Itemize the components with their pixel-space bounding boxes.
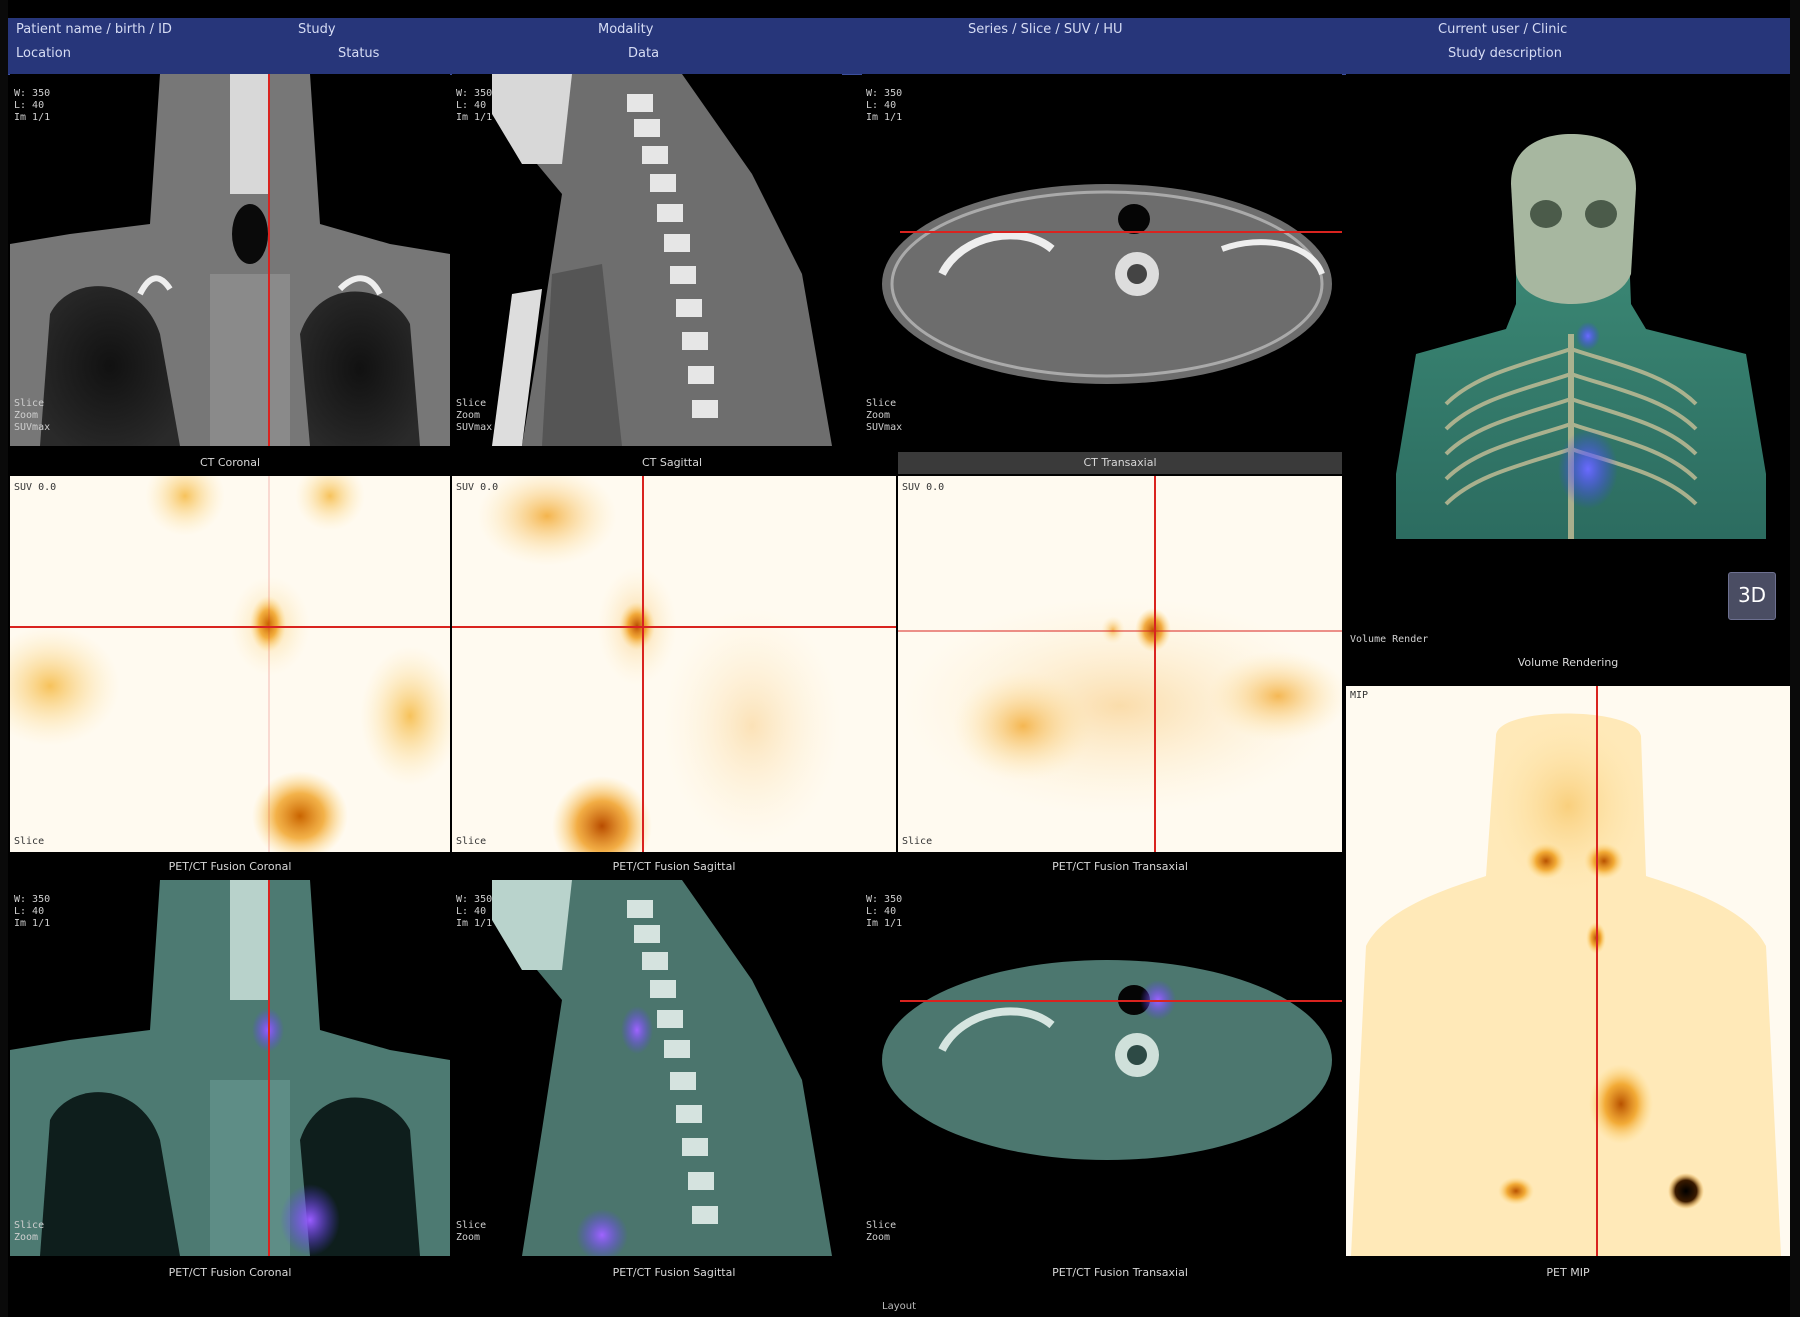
ct-sagittal-caption: CT Sagittal [641, 456, 703, 469]
ct-sagittal-image [452, 74, 842, 446]
series-info: Series / Slice / SUV / HU [968, 22, 1123, 37]
crosshair-vertical[interactable] [268, 476, 270, 852]
fusion-sagittal-overlay-bottom: Slice Zoom [456, 1220, 487, 1243]
pet-coronal-overlay-top: SUV 0.0 [14, 482, 57, 493]
crosshair-vertical[interactable] [268, 880, 270, 1256]
ct-sagittal-viewport[interactable]: W: 350 L: 40 Im 1/1 Slice Zoom SUVmax [452, 74, 842, 446]
pet-transaxial-overlay-top: SUV 0.0 [902, 482, 945, 493]
crosshair-vertical[interactable] [642, 476, 644, 852]
fusion-sagittal-overlay-top: W: 350 L: 40 Im 1/1 [456, 894, 493, 929]
crosshair-horizontal[interactable] [900, 1000, 1342, 1002]
pet-sagittal-overlay-top: SUV 0.0 [456, 482, 499, 493]
pet-mip-viewport[interactable]: MIP [1346, 686, 1790, 1256]
pet-sagittal-caption: PET/CT Fusion Sagittal [612, 860, 736, 873]
pet-mip-overlay-top: MIP [1350, 690, 1369, 701]
ct-coronal-caption: CT Coronal [199, 456, 261, 469]
volume-render-image [1346, 74, 1790, 650]
location-info: Location [16, 46, 71, 61]
fusion-transaxial-caption: PET/CT Fusion Transaxial [1052, 1266, 1188, 1279]
crosshair-horizontal[interactable] [10, 626, 450, 628]
patient-info: Patient name / birth / ID [16, 22, 172, 37]
user-info: Current user / Clinic [1438, 22, 1568, 37]
modality-info: Modality [598, 22, 654, 37]
ct-coronal-image [10, 74, 450, 446]
pet-sagittal-overlay-bottom: Slice [456, 836, 487, 847]
data-info: Data [628, 46, 660, 61]
crosshair-vertical[interactable] [1154, 476, 1156, 852]
fusion-coronal-caption: PET/CT Fusion Coronal [168, 1266, 292, 1279]
volume-render-caption: Volume Rendering [1517, 656, 1619, 669]
pet-coronal-overlay-bottom: Slice [14, 836, 45, 847]
crosshair-vertical[interactable] [1596, 686, 1598, 1256]
crosshair-horizontal[interactable] [900, 231, 1342, 233]
ct-sagittal-overlay-bottom: Slice Zoom SUVmax [456, 398, 493, 433]
study-description: Study description [1448, 46, 1562, 61]
fusion-coronal-overlay-top: W: 350 L: 40 Im 1/1 [14, 894, 51, 929]
crosshair-horizontal[interactable] [898, 630, 1342, 632]
status-info: Status [338, 46, 380, 61]
ct-transaxial-overlay-top: W: 350 L: 40 Im 1/1 [866, 88, 903, 123]
volume-render-viewport[interactable]: 3D Volume Render [1346, 74, 1790, 650]
fusion-transaxial-image [862, 880, 1342, 1256]
ct-sagittal-overlay-top: W: 350 L: 40 Im 1/1 [456, 88, 493, 123]
fusion-transaxial-overlay-top: W: 350 L: 40 Im 1/1 [866, 894, 903, 929]
fusion-transaxial-viewport[interactable]: W: 350 L: 40 Im 1/1 Slice Zoom [862, 880, 1342, 1256]
fusion-sagittal-caption: PET/CT Fusion Sagittal [612, 1266, 736, 1279]
ct-transaxial-overlay-bottom: Slice Zoom SUVmax [866, 398, 903, 433]
pet-transaxial-caption: PET/CT Fusion Transaxial [1052, 860, 1188, 873]
ct-coronal-overlay-bottom: Slice Zoom SUVmax [14, 398, 51, 433]
crosshair-vertical[interactable] [268, 74, 270, 446]
pet-coronal-viewport[interactable]: SUV 0.0 Slice [10, 476, 450, 852]
volume-render-overlay: Volume Render [1350, 634, 1429, 645]
pet-transaxial-overlay-bottom: Slice [902, 836, 933, 847]
ct-coronal-viewport[interactable]: W: 350 L: 40 Im 1/1 Slice Zoom SUVmax [10, 74, 450, 446]
3d-view-button[interactable]: 3D [1728, 572, 1776, 620]
fusion-coronal-viewport[interactable]: W: 350 L: 40 Im 1/1 Slice Zoom [10, 880, 450, 1256]
fusion-sagittal-viewport[interactable]: W: 350 L: 40 Im 1/1 Slice Zoom [452, 880, 842, 1256]
pet-sagittal-viewport[interactable]: SUV 0.0 Slice [452, 476, 896, 852]
pet-mip-caption: PET MIP [1546, 1266, 1590, 1279]
ct-transaxial-caption: CT Transaxial [898, 452, 1342, 474]
pet-transaxial-viewport[interactable]: SUV 0.0 Slice [898, 476, 1342, 852]
ct-transaxial-image [862, 74, 1342, 446]
pet-sagittal-image [452, 476, 896, 852]
fusion-coronal-overlay-bottom: Slice Zoom [14, 1220, 45, 1243]
footer-status: Layout [8, 1296, 1790, 1317]
fusion-sagittal-image [452, 880, 842, 1256]
pet-coronal-caption: PET/CT Fusion Coronal [168, 860, 292, 873]
ct-transaxial-viewport[interactable]: W: 350 L: 40 Im 1/1 Slice Zoom SUVmax [862, 74, 1342, 446]
patient-info-header: Patient name / birth / ID Study Modality… [8, 18, 1790, 75]
pet-transaxial-image [898, 476, 1342, 852]
fusion-coronal-image [10, 880, 450, 1256]
pet-mip-image [1346, 686, 1790, 1256]
study-info: Study [298, 22, 336, 37]
fusion-transaxial-overlay-bottom: Slice Zoom [866, 1220, 897, 1243]
ct-coronal-overlay-top: W: 350 L: 40 Im 1/1 [14, 88, 51, 123]
pet-coronal-image [10, 476, 450, 852]
crosshair-horizontal[interactable] [452, 626, 896, 628]
